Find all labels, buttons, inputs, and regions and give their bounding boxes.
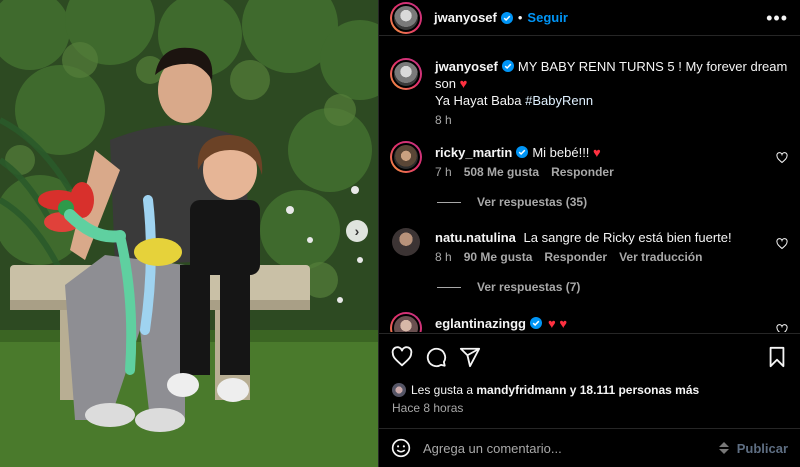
replies-divider [437,201,461,203]
reply-button[interactable]: Responder [551,165,614,179]
post-details-panel: jwanyosef • Seguir ••• jwanyosef MY BABY … [378,0,800,467]
comment-icon[interactable] [425,346,447,368]
verified-icon [530,317,542,329]
caption-meta: 8 h [435,113,788,127]
caption: jwanyosef MY BABY RENN TURNS 5 ! My forev… [390,58,788,127]
comment-item: ricky_martin Mi bebé!!! ♥ 7 h 508 Me gust… [390,141,788,179]
post-timestamp: Hace 8 horas [392,401,464,415]
commenter-avatar[interactable] [390,141,422,173]
comment-likes-count[interactable]: 508 Me gusta [464,165,539,179]
post-actions: Les gusta a mandyfridmann y 18.111 perso… [379,333,800,415]
publish-button[interactable]: Publicar [737,441,788,456]
red-heart-icon: ♥ [459,76,468,91]
commenter-username[interactable]: eglantinazingg [435,316,526,331]
share-icon[interactable] [459,346,481,368]
comment-time: 8 h [435,250,452,264]
more-options-icon[interactable]: ••• [766,9,788,27]
verified-icon [516,146,529,158]
bookmark-icon[interactable] [766,346,788,368]
comments-list[interactable]: jwanyosef MY BABY RENN TURNS 5 ! My forev… [379,37,800,332]
comment-text: La sangre de Ricky está bien fuerte! [523,230,732,245]
red-heart-icon: ♥ ♥ [548,316,568,331]
likes-summary[interactable]: Les gusta a mandyfridmann y 18.111 perso… [392,383,699,397]
verified-icon [501,60,514,72]
heart-icon[interactable] [776,238,788,250]
view-replies-label: Ver respuestas (7) [477,280,581,294]
red-heart-icon: ♥ [593,145,601,160]
comment-item: natu.natulina La sangre de Ricky está bi… [390,228,788,264]
heart-icon[interactable] [776,152,788,164]
caption-author-avatar[interactable] [390,58,422,90]
heart-icon[interactable] [776,324,788,332]
commenter-username[interactable]: natu.natulina [435,230,516,245]
post-header: jwanyosef • Seguir ••• [379,0,800,36]
commenter-avatar[interactable] [392,228,420,256]
commenter-avatar[interactable] [390,312,422,332]
replies-divider [437,286,461,288]
translate-button[interactable]: Ver traducción [619,250,702,264]
separator-dot: • [517,10,523,25]
comment-item: eglantinazingg ♥ ♥ [390,312,788,332]
comment-composer: Publicar [379,428,800,467]
scroll-arrow-icon [718,442,729,454]
verified-icon [500,11,513,24]
comment-input[interactable] [423,440,717,456]
view-replies-label: Ver respuestas (35) [477,195,588,209]
author-username[interactable]: jwanyosef [434,10,497,25]
comment-likes-count[interactable]: 90 Me gusta [464,250,533,264]
post-photo[interactable]: › [0,0,378,467]
liker-username[interactable]: mandyfridmann [476,383,566,397]
view-replies-button[interactable]: Ver respuestas (7) [437,280,580,294]
caption-time: 8 h [435,113,452,127]
liker-avatar [392,383,406,397]
carousel-next-icon[interactable]: › [346,220,368,242]
comment-time: 7 h [435,165,452,179]
photo-illustration [0,0,378,467]
view-replies-button[interactable]: Ver respuestas (35) [437,195,587,209]
author-avatar[interactable] [390,1,422,34]
hashtag-link[interactable]: #BabyRenn [525,93,593,108]
comment-text: Mi bebé!!! [532,145,590,160]
commenter-username[interactable]: ricky_martin [435,145,512,160]
heart-icon[interactable] [391,346,413,368]
caption-text: jwanyosef MY BABY RENN TURNS 5 ! My forev… [435,58,788,109]
likes-count[interactable]: y 18.111 personas más [570,383,699,397]
likes-prefix: Les gusta a [411,383,474,397]
emoji-icon[interactable] [391,438,411,458]
reply-button[interactable]: Responder [544,250,607,264]
caption-line-2: Ya Hayat Baba [435,93,522,108]
follow-button[interactable]: Seguir [527,10,567,25]
caption-username[interactable]: jwanyosef [435,59,498,74]
